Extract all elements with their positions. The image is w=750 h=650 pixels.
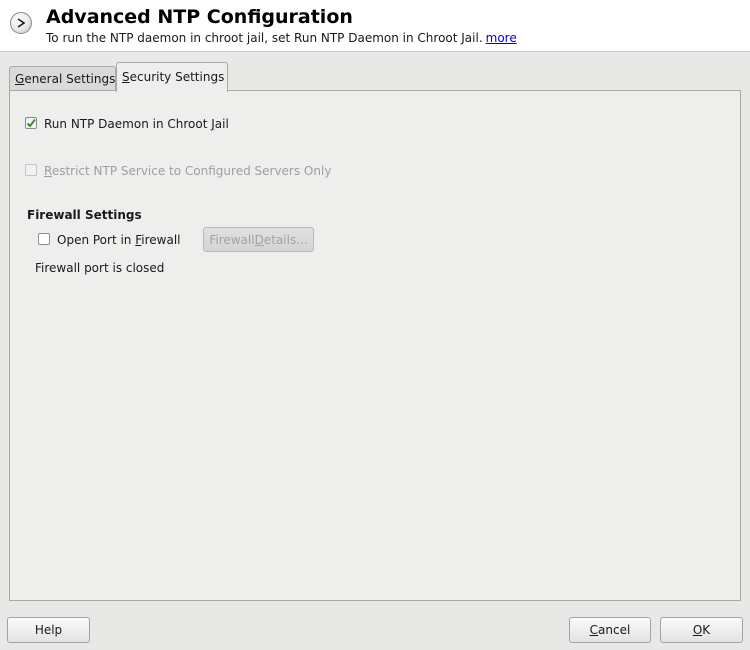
chroot-jail-checkbox[interactable] bbox=[25, 117, 37, 129]
open-port-label-post: irewall bbox=[141, 233, 181, 247]
chroot-jail-label[interactable]: Run NTP Daemon in Chroot Jail bbox=[44, 117, 229, 131]
ok-mnemonic: O bbox=[692, 623, 703, 637]
cancel-mnemonic: C bbox=[589, 623, 599, 637]
security-settings-panel: Run NTP Daemon in Chroot Jail Restrict N… bbox=[9, 90, 741, 601]
restrict-label-mnemonic: R bbox=[44, 164, 52, 178]
fw-details-pre: Firewall bbox=[209, 232, 255, 247]
more-link[interactable]: more bbox=[486, 31, 517, 45]
firewall-status-text: Firewall port is closed bbox=[35, 261, 165, 275]
restrict-label-post: estrict NTP Service to Configured Server… bbox=[51, 164, 332, 178]
dialog-header: Advanced NTP Configuration To run the NT… bbox=[0, 0, 750, 52]
fw-details-post: etails... bbox=[263, 232, 308, 247]
firewall-details-button: Firewall Details... bbox=[203, 227, 314, 252]
subtitle-text: To run the NTP daemon in chroot jail, se… bbox=[46, 31, 483, 45]
restrict-servers-checkbox bbox=[25, 164, 37, 176]
page-title: Advanced NTP Configuration bbox=[46, 6, 353, 28]
restrict-servers-label: Restrict NTP Service to Configured Serve… bbox=[44, 164, 331, 178]
tab-security-label: ecurity Settings bbox=[129, 70, 225, 84]
next-arrow-icon bbox=[10, 12, 32, 34]
tab-security-settings[interactable]: Security Settings bbox=[116, 62, 228, 92]
open-port-label[interactable]: Open Port in Firewall bbox=[57, 233, 181, 247]
tab-security-mnemonic: S bbox=[122, 70, 130, 84]
ok-button[interactable]: OK bbox=[660, 617, 743, 643]
open-port-label-pre: Open Port in bbox=[57, 233, 136, 247]
tab-general-mnemonic: G bbox=[15, 72, 25, 86]
page-subtitle: To run the NTP daemon in chroot jail, se… bbox=[46, 31, 517, 45]
cancel-button[interactable]: Cancel bbox=[569, 617, 651, 643]
open-port-checkbox[interactable] bbox=[38, 233, 50, 245]
ok-label: K bbox=[702, 623, 711, 637]
help-button[interactable]: Help bbox=[7, 617, 90, 643]
cancel-label: ancel bbox=[598, 623, 631, 637]
tab-general-settings[interactable]: General Settings bbox=[9, 66, 116, 91]
fw-details-mnemonic: D bbox=[254, 232, 264, 247]
chroot-label-pre: Run NTP Daemon in Chroot bbox=[44, 117, 212, 131]
firewall-section-title: Firewall Settings bbox=[27, 208, 142, 222]
chroot-label-post: ail bbox=[214, 117, 229, 131]
help-button-label: Help bbox=[34, 623, 63, 637]
checkmark-icon bbox=[26, 118, 36, 128]
tab-general-label: eneral Settings bbox=[24, 72, 116, 86]
